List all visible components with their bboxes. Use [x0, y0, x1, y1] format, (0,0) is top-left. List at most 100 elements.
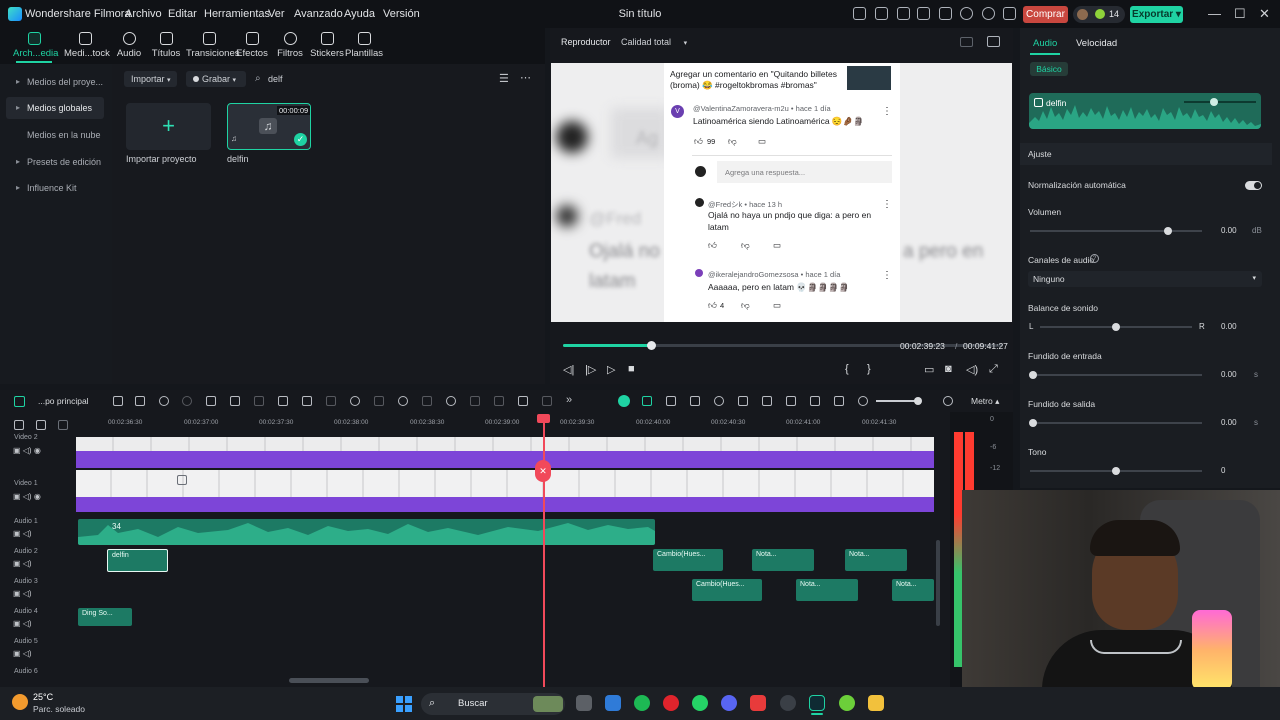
audio-mixer-icon[interactable]	[786, 396, 796, 406]
pitch-value[interactable]: 0	[1221, 466, 1225, 475]
delete-icon[interactable]	[206, 396, 216, 406]
track-controls-icon[interactable]: ▣ ◁) ◉	[13, 492, 41, 501]
adjust-section-header[interactable]	[1020, 143, 1272, 165]
motion-tracking-icon[interactable]	[398, 396, 408, 406]
cloud-icon[interactable]	[960, 7, 973, 20]
audio3-clip[interactable]: Nota...	[892, 579, 934, 601]
windows-start-icon[interactable]	[396, 696, 412, 712]
clip-volume-knob[interactable]	[1210, 98, 1218, 106]
gift-icon[interactable]	[853, 7, 866, 20]
xbox-icon[interactable]	[839, 695, 855, 711]
import-dropdown[interactable]: Importar ▾	[124, 71, 177, 87]
volume-slider-knob[interactable]	[1163, 227, 1172, 235]
import-project-card[interactable]: +	[126, 103, 211, 150]
track-controls-icon[interactable]: ▣ ◁)	[13, 529, 32, 538]
tool-effects[interactable]: Efectos	[231, 32, 273, 59]
magnet-icon[interactable]	[642, 396, 652, 406]
clip-volume-track[interactable]	[1184, 101, 1256, 103]
close-icon[interactable]: ✕	[1259, 6, 1270, 22]
zoom-slider-knob[interactable]	[914, 397, 922, 405]
account-pill[interactable]: 14	[1073, 6, 1125, 23]
save-icon[interactable]	[917, 7, 930, 20]
tool-media[interactable]: Arch...edia	[13, 32, 58, 59]
mark-out-icon[interactable]: }	[867, 363, 871, 375]
audio3-clip[interactable]: Nota...	[796, 579, 858, 601]
playhead-line[interactable]	[543, 416, 545, 687]
tab-audio[interactable]: Audio	[1033, 38, 1057, 49]
play-frame-icon[interactable]: |▷	[585, 363, 596, 376]
image-icon[interactable]	[897, 7, 910, 20]
tool-audio[interactable]: Audio	[108, 32, 150, 59]
balance-value[interactable]: 0.00	[1221, 322, 1237, 331]
more-options-icon[interactable]: ⋯	[520, 71, 531, 84]
sequence-name[interactable]: ...po principal	[38, 396, 89, 406]
filmora-taskbar-icon[interactable]	[809, 695, 825, 711]
fade-out-slider-knob[interactable]	[1029, 419, 1037, 427]
audio4-clip[interactable]: Ding So...	[78, 608, 132, 626]
subtab-basic[interactable]: Básico	[1030, 62, 1068, 76]
sidebar-item-edit-presets[interactable]: ▸ Presets de edición	[6, 151, 104, 173]
keyframe-icon[interactable]	[518, 396, 528, 406]
volume-slider-track[interactable]	[1030, 230, 1202, 232]
zoom-in-icon[interactable]	[943, 396, 953, 406]
menu-editar[interactable]: Editar	[168, 8, 197, 20]
compare-view-icon[interactable]	[960, 37, 973, 47]
zoom-out-icon[interactable]	[858, 396, 868, 406]
timeline-ruler[interactable]: 00:02:36:30 00:02:37:00 00:02:37:30 00:0…	[76, 414, 936, 432]
export-button[interactable]: Exportar ▾	[1130, 6, 1183, 23]
pitch-slider-knob[interactable]	[1112, 467, 1120, 475]
search-input[interactable]: delf	[268, 74, 283, 84]
render-icon[interactable]	[714, 396, 724, 406]
caption-track-icon[interactable]	[58, 420, 68, 430]
camera-icon[interactable]: ◙	[945, 363, 952, 375]
sidebar-item-influence-kit[interactable]: ▸ Influence Kit	[6, 177, 104, 199]
weather-description[interactable]: Parc. soleado	[33, 704, 85, 714]
zoom-slider-track[interactable]	[876, 400, 918, 402]
grid-icon[interactable]	[1003, 7, 1016, 20]
menu-herramientas[interactable]: Herramientas	[204, 8, 270, 20]
file-explorer-icon[interactable]	[868, 695, 884, 711]
auto-ripple-icon[interactable]	[690, 396, 700, 406]
menu-avanzado[interactable]: Avanzado	[294, 8, 343, 20]
stabilize-icon[interactable]	[422, 396, 432, 406]
link-icon[interactable]	[36, 420, 46, 430]
timeline-horizontal-scrollbar[interactable]	[289, 678, 369, 683]
crop-icon[interactable]	[254, 396, 264, 406]
discord-icon[interactable]	[721, 695, 737, 711]
minimize-icon[interactable]: —	[1208, 6, 1221, 21]
timeline-vertical-scrollbar[interactable]	[936, 540, 940, 626]
video2-clip[interactable]	[76, 451, 934, 468]
tool-stickers[interactable]: Stickers	[306, 32, 348, 59]
notepad-icon[interactable]	[605, 695, 621, 711]
playhead-marker-icon[interactable]: ✕	[535, 460, 551, 482]
send-icon[interactable]	[875, 7, 888, 20]
tool-stock[interactable]: Medi...tock	[64, 32, 110, 59]
tool-titles[interactable]: Títulos	[145, 32, 187, 59]
steam-icon[interactable]	[780, 695, 796, 711]
mask-icon[interactable]	[374, 396, 384, 406]
audio2-clip[interactable]: Nota...	[752, 549, 814, 571]
redo-icon[interactable]	[182, 396, 192, 406]
snap-icon[interactable]	[618, 395, 630, 407]
fade-in-slider-knob[interactable]	[1029, 371, 1037, 379]
display-icon[interactable]: ▭	[924, 363, 934, 376]
record-dropdown[interactable]: Grabar ▾	[186, 71, 246, 87]
menu-ver[interactable]: Ver	[268, 8, 285, 20]
monitor-icon[interactable]	[939, 7, 952, 20]
track-controls-icon[interactable]: ▣ ◁)	[13, 619, 32, 628]
menu-archivo[interactable]: Archivo	[125, 8, 162, 20]
audio3-clip[interactable]: Cambio(Hues...	[692, 579, 762, 601]
tab-speed[interactable]: Velocidad	[1076, 38, 1117, 49]
add-track-icon[interactable]	[14, 420, 24, 430]
volume-value[interactable]: 0.00	[1221, 226, 1237, 235]
speed-icon[interactable]	[350, 396, 360, 406]
more-tools-icon[interactable]: »	[566, 394, 572, 406]
opera-icon[interactable]	[663, 695, 679, 711]
play-icon[interactable]: ▷	[607, 363, 615, 376]
tool-templates[interactable]: Plantillas	[343, 32, 385, 59]
video1-clip[interactable]	[76, 497, 934, 512]
whatsapp-icon[interactable]	[692, 695, 708, 711]
sidebar-item-global-media[interactable]: ▸ Medios globales	[6, 97, 104, 119]
stop-icon[interactable]: ■	[628, 363, 635, 375]
audio1-clip[interactable]: 34	[78, 519, 655, 545]
